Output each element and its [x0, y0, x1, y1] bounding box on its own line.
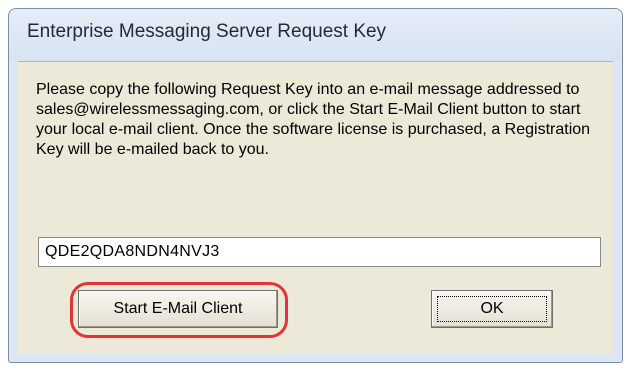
title-bar[interactable]: Enterprise Messaging Server Request Key	[9, 9, 622, 61]
ok-button-label: OK	[437, 296, 547, 322]
start-email-client-button[interactable]: Start E-Mail Client	[78, 290, 278, 328]
instruction-text: Please copy the following Request Key in…	[36, 81, 591, 158]
ok-button[interactable]: OK	[431, 290, 553, 328]
dialog-window: Enterprise Messaging Server Request Key …	[8, 8, 623, 363]
start-email-client-label: Start E-Mail Client	[113, 300, 243, 317]
request-key-field[interactable]	[38, 237, 601, 267]
window-title: Enterprise Messaging Server Request Key	[27, 21, 387, 42]
dialog-body: Please copy the following Request Key in…	[18, 61, 613, 353]
